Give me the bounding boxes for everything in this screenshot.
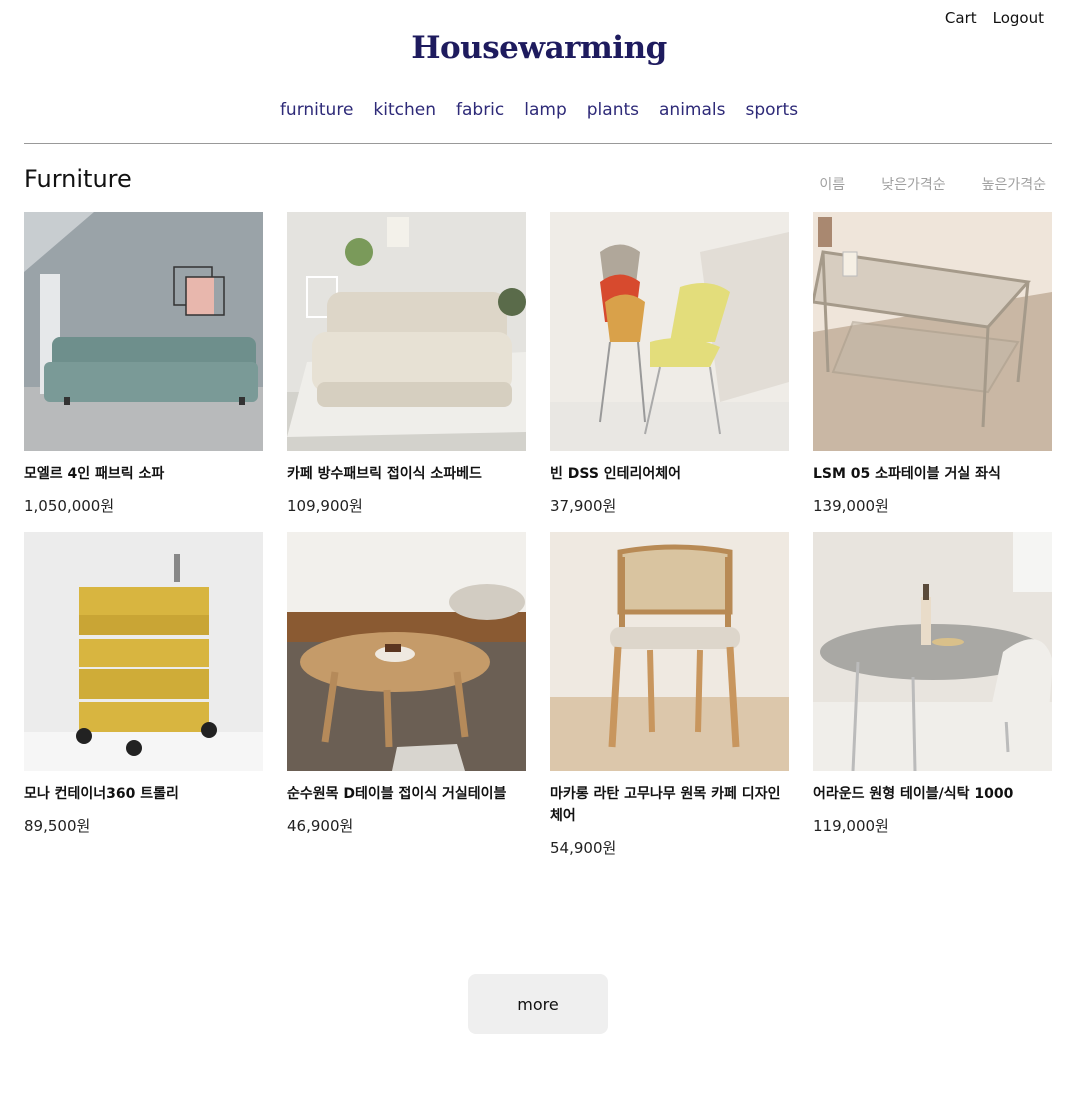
wood-table-image[interactable] (287, 532, 526, 771)
more-button[interactable]: more (468, 974, 608, 1034)
product-price: 89,500원 (24, 817, 91, 835)
nav-item-sports[interactable]: sports (745, 100, 798, 120)
product-name[interactable]: 카페 방수패브릭 접이식 소파베드 (287, 463, 526, 485)
yellow-trolley-image[interactable] (24, 532, 263, 771)
nav-item-kitchen[interactable]: kitchen (373, 100, 436, 120)
product-name[interactable]: 빈 DSS 인테리어체어 (550, 463, 789, 485)
nav-item-furniture[interactable]: furniture (280, 100, 353, 120)
product-name[interactable]: 어라운드 원형 테이블/식탁 1000 (813, 783, 1052, 805)
product-price: 1,050,000원 (24, 497, 115, 515)
product-card[interactable]: 카페 방수패브릭 접이식 소파베드 109,900원 (287, 212, 526, 532)
product-card[interactable]: 마카롱 라탄 고무나무 원목 카페 디자인체어 54,900원 (550, 532, 789, 857)
sort-by-price-high[interactable]: 높은가격순 (982, 174, 1046, 194)
sort-by-price-low[interactable]: 낮은가격순 (881, 174, 945, 194)
round-table-image[interactable] (813, 532, 1052, 771)
product-name[interactable]: 순수원목 D테이블 접이식 거실테이블 (287, 783, 526, 805)
category-nav: furniture kitchen fabric lamp plants ani… (0, 100, 1078, 120)
nav-item-lamp[interactable]: lamp (524, 100, 567, 120)
nav-item-fabric[interactable]: fabric (456, 100, 504, 120)
glass-table-image[interactable] (813, 212, 1052, 451)
product-name[interactable]: 모엘르 4인 패브릭 소파 (24, 463, 263, 485)
cart-link[interactable]: Cart (945, 9, 977, 27)
product-price: 119,000원 (813, 817, 889, 835)
rattan-chair-image[interactable] (550, 532, 789, 771)
product-card[interactable]: 모엘르 4인 패브릭 소파 1,050,000원 (24, 212, 263, 532)
logout-link[interactable]: Logout (993, 9, 1044, 27)
product-price: 46,900원 (287, 817, 354, 835)
product-name[interactable]: 마카롱 라탄 고무나무 원목 카페 디자인체어 (550, 783, 789, 827)
product-price: 37,900원 (550, 497, 617, 515)
product-name[interactable]: LSM 05 소파테이블 거실 좌식 (813, 463, 1052, 485)
product-price: 139,000원 (813, 497, 889, 515)
product-grid: 모엘르 4인 패브릭 소파 1,050,000원 카페 방수패브릭 접이식 소파… (24, 212, 1052, 857)
header-divider (24, 143, 1052, 144)
product-card[interactable]: 순수원목 D테이블 접이식 거실테이블 46,900원 (287, 532, 526, 852)
product-card[interactable]: 모나 컨테이너360 트롤리 89,500원 (24, 532, 263, 852)
nav-item-animals[interactable]: animals (659, 100, 725, 120)
product-price: 109,900원 (287, 497, 363, 515)
product-price: 54,900원 (550, 839, 617, 857)
sort-by-name[interactable]: 이름 (819, 174, 845, 194)
product-card[interactable]: 어라운드 원형 테이블/식탁 1000 119,000원 (813, 532, 1052, 852)
top-links: Cart Logout (945, 9, 1044, 27)
sort-options: 이름 낮은가격순 높은가격순 (819, 174, 1046, 194)
beige-sofabed-image[interactable] (287, 212, 526, 451)
gray-sofa-image[interactable] (24, 212, 263, 451)
product-card[interactable]: LSM 05 소파테이블 거실 좌식 139,000원 (813, 212, 1052, 532)
product-card[interactable]: 빈 DSS 인테리어체어 37,900원 (550, 212, 789, 532)
page-title: Furniture (24, 165, 132, 193)
nav-item-plants[interactable]: plants (587, 100, 639, 120)
site-logo[interactable]: Housewarming (0, 30, 1078, 66)
stacked-chairs-image[interactable] (550, 212, 789, 451)
product-name[interactable]: 모나 컨테이너360 트롤리 (24, 783, 263, 805)
